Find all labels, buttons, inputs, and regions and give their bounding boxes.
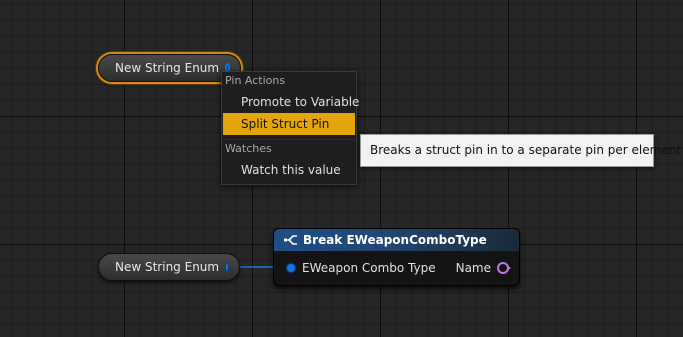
node-label: New String Enum — [115, 260, 220, 274]
break-eweaponcombotype-node[interactable]: Break EWeaponComboType EWeapon Combo Typ… — [273, 228, 520, 286]
struct-output-pin[interactable] — [225, 262, 229, 272]
break-node-header[interactable]: Break EWeaponComboType — [274, 229, 519, 251]
blueprint-graph-canvas[interactable]: New String Enum New String Enum Break EW… — [0, 0, 683, 337]
break-output-pin-row[interactable]: Name — [455, 261, 511, 275]
input-pin-label: EWeapon Combo Type — [302, 261, 436, 275]
new-string-enum-node[interactable]: New String Enum — [98, 253, 240, 281]
pin-context-menu: Pin Actions Promote to Variable Split St… — [221, 71, 359, 185]
name-output-pin[interactable] — [497, 262, 511, 274]
menu-item-promote-to-variable[interactable]: Promote to Variable — [223, 91, 359, 113]
break-struct-icon — [284, 235, 297, 245]
break-node-body: EWeapon Combo Type Name — [274, 251, 519, 283]
menu-item-split-struct-pin[interactable]: Split Struct Pin — [223, 113, 355, 135]
menu-section-header: Pin Actions — [225, 74, 286, 87]
struct-input-pin[interactable] — [286, 263, 296, 273]
menu-item-watch-this-value[interactable]: Watch this value — [223, 159, 355, 181]
break-node-title: Break EWeaponComboType — [303, 233, 487, 247]
node-label: New String Enum — [115, 61, 220, 75]
menu-section-header: Watches — [225, 142, 272, 155]
break-input-pin-row[interactable]: EWeapon Combo Type — [286, 261, 436, 275]
split-struct-pin-tooltip: Breaks a struct pin in to a separate pin… — [360, 134, 681, 167]
output-pin-label: Name — [455, 261, 491, 275]
new-string-enum-node-selected[interactable]: New String Enum — [98, 54, 241, 82]
